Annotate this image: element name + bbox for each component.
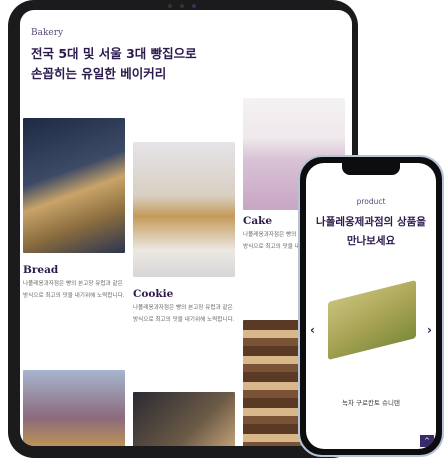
next-arrow-icon[interactable]: › <box>427 323 432 337</box>
product-desc-cookie: 나폴레옹과자점은 빵의 본고장 유럽과 같은 방식으로 최고의 맛을 내기위해 … <box>133 305 235 323</box>
product-desc-bread: 나폴레옹과자점은 빵의 본고장 유럽과 같은 방식으로 최고의 맛을 내기위해 … <box>23 281 125 299</box>
phone-screen: product 나폴레옹제과점의 상품을 만나보세요 ‹ › 녹차 구로칸토 슈니… <box>306 163 436 449</box>
product-name: 녹차 구로칸토 슈니텐 <box>342 399 400 407</box>
camera-dot <box>168 4 172 8</box>
section-eyebrow: Bakery <box>31 28 64 38</box>
product-image[interactable] <box>23 370 125 446</box>
product-image[interactable] <box>328 280 416 360</box>
phone-mockup: product 나폴레옹제과점의 상품을 만나보세요 ‹ › 녹차 구로칸토 슈니… <box>298 155 444 457</box>
section-title: 나폴레옹제과점의 상품을 만나보세요 <box>316 216 426 247</box>
product-image[interactable] <box>133 392 235 446</box>
cookie-image[interactable] <box>133 142 235 277</box>
phone-notch <box>342 163 400 175</box>
section-title: 전국 5대 및 서울 3대 빵집으로 손꼽히는 유일한 베이커리 <box>31 46 197 81</box>
scroll-top-button[interactable]: ^ <box>420 435 434 447</box>
product-title-cookie[interactable]: Cookie <box>133 288 173 300</box>
product-title-cake[interactable]: Cake <box>243 215 272 227</box>
prev-arrow-icon[interactable]: ‹ <box>310 323 315 337</box>
camera-dot <box>180 4 184 8</box>
product-title-bread[interactable]: Bread <box>23 264 58 276</box>
camera-dot <box>192 4 196 8</box>
section-eyebrow: product <box>356 197 386 206</box>
bread-image[interactable] <box>23 118 125 253</box>
